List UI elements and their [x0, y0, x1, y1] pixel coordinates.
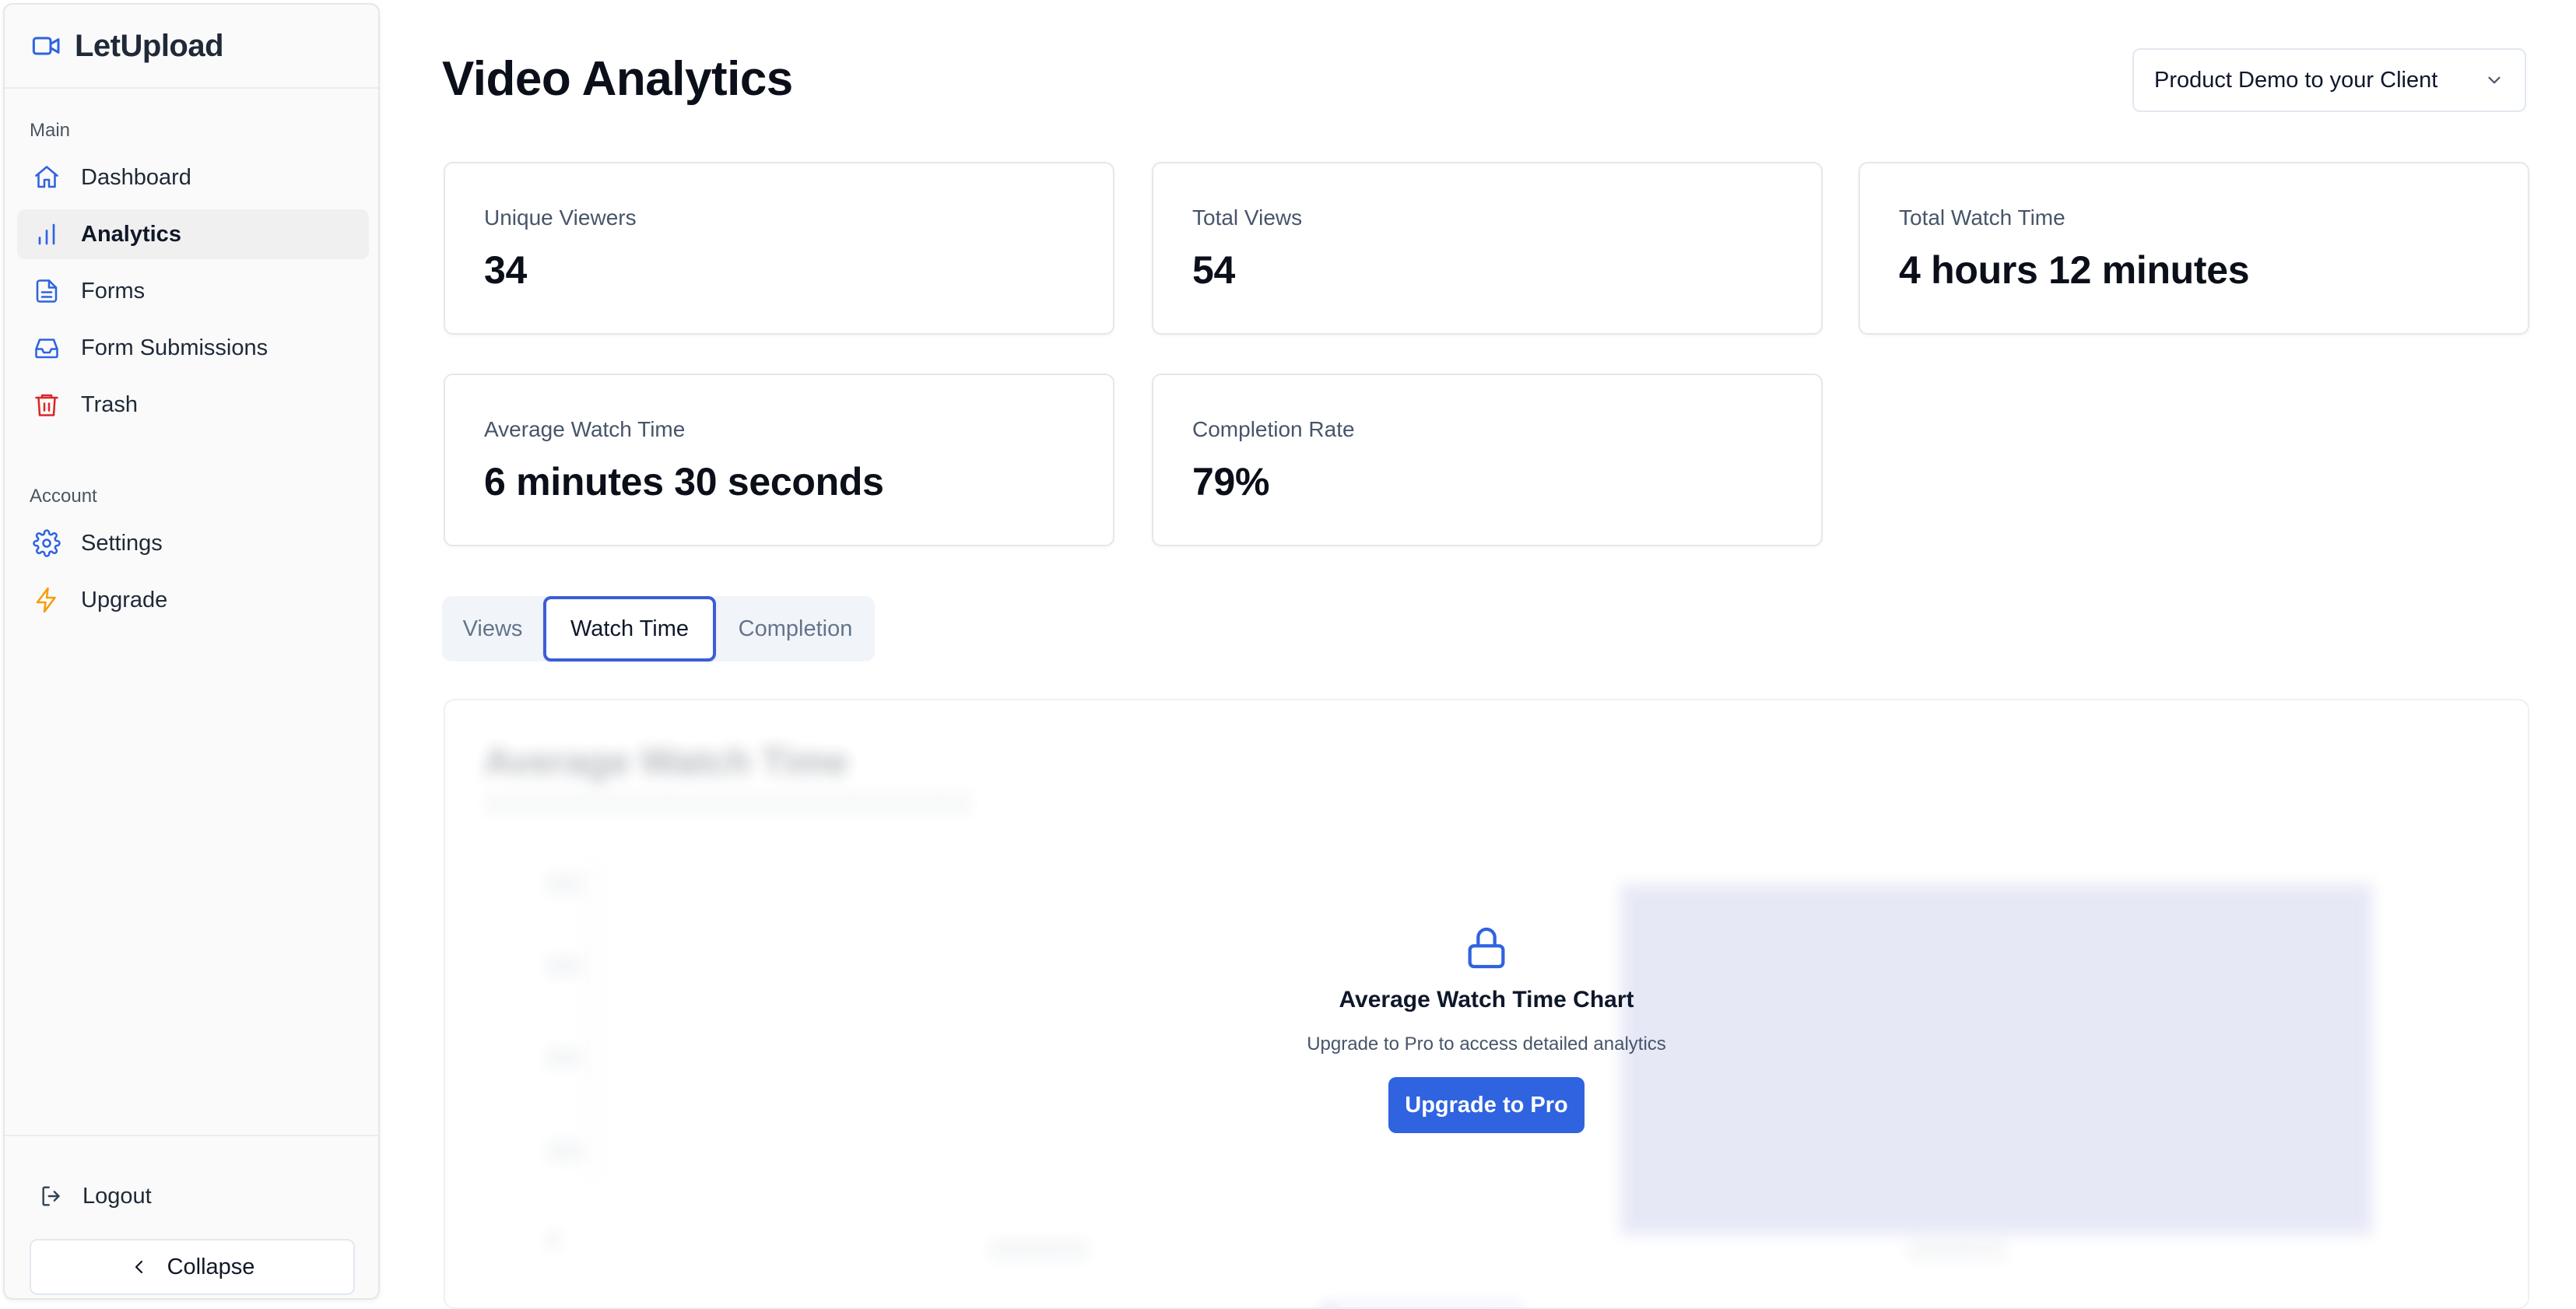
stat-value: 79%	[1192, 460, 1270, 504]
upgrade-overlay: Average Watch Time Chart Upgrade to Pro …	[1230, 923, 1743, 1156]
logout-button[interactable]: Logout	[39, 1177, 152, 1216]
blurred-tick: ░░░	[546, 1141, 583, 1160]
stat-value: 4 hours 12 minutes	[1899, 248, 2250, 292]
logout-icon	[39, 1182, 67, 1210]
lightning-icon	[31, 584, 62, 616]
section-label-account: Account	[30, 486, 97, 507]
collapse-button[interactable]: Collapse	[30, 1239, 355, 1295]
sidebar-footer: Logout Collapse	[5, 1135, 378, 1295]
blurred-x-label: ░░░░░░░░	[1908, 1239, 2006, 1258]
section-label-main: Main	[30, 120, 71, 141]
stat-value: 34	[484, 248, 528, 292]
sidebar-item-dashboard[interactable]: Dashboard	[17, 153, 369, 202]
blurred-x-label: ░░░░░░░░	[990, 1239, 1087, 1258]
blurred-chart-subtitle: ░░░░░░░░░░░░░░░░░░░░░░░░░░░░░░░░░░	[484, 791, 972, 814]
sidebar-item-analytics[interactable]: Analytics	[17, 209, 369, 259]
app-root: LetUpload Main Dashboard Analytics Forms…	[0, 0, 2576, 1309]
blurred-legend: ■ ░░░░░░░░░░░░░░░	[1325, 1300, 1521, 1307]
sidebar-item-settings[interactable]: Settings	[17, 518, 369, 568]
sidebar-item-upgrade[interactable]: Upgrade	[17, 575, 369, 625]
bar-chart-icon	[31, 219, 62, 250]
inbox-icon	[31, 332, 62, 363]
blurred-chart-axis	[593, 864, 595, 1175]
blurred-tick: ░░░	[546, 1048, 583, 1067]
sidebar-item-label: Settings	[81, 530, 163, 556]
sidebar: LetUpload Main Dashboard Analytics Forms…	[3, 3, 380, 1300]
brand[interactable]: LetUpload	[5, 5, 378, 89]
stat-label: Unique Viewers	[484, 205, 637, 230]
upgrade-to-pro-button[interactable]: Upgrade to Pro	[1388, 1077, 1585, 1133]
video-camera-icon	[31, 30, 62, 61]
sidebar-item-label: Dashboard	[81, 164, 191, 190]
blurred-tick: ░░░	[546, 873, 583, 893]
chevron-down-icon	[2484, 70, 2504, 90]
stat-label: Total Watch Time	[1899, 205, 2065, 230]
stat-card-total-watch-time: Total Watch Time 4 hours 12 minutes	[1858, 162, 2529, 335]
chevron-left-icon	[130, 1258, 149, 1276]
stat-card-average-watch-time: Average Watch Time 6 minutes 30 seconds	[444, 374, 1114, 546]
video-select[interactable]: Product Demo to your Client	[2132, 48, 2526, 112]
collapse-label: Collapse	[167, 1254, 255, 1279]
sidebar-item-label: Forms	[81, 278, 146, 304]
tab-views[interactable]: Views	[442, 596, 543, 662]
stat-value: 54	[1192, 248, 1236, 292]
stat-label: Average Watch Time	[484, 417, 686, 441]
main-nav: Dashboard Analytics Forms Form Submissio…	[17, 153, 369, 437]
sidebar-item-label: Form Submissions	[81, 335, 268, 360]
blurred-tick: ░	[546, 1230, 559, 1249]
sidebar-item-form-submissions[interactable]: Form Submissions	[17, 323, 369, 373]
overlay-description: Upgrade to Pro to access detailed analyt…	[1307, 1034, 1666, 1055]
blurred-tick: ░░░	[546, 956, 583, 975]
sidebar-item-label: Analytics	[81, 221, 181, 247]
account-nav: Settings Upgrade	[17, 518, 369, 632]
stat-label: Total Views	[1192, 205, 1303, 230]
stat-card-unique-viewers: Unique Viewers 34	[444, 162, 1114, 335]
video-select-value: Product Demo to your Client	[2154, 67, 2438, 93]
brand-name: LetUpload	[75, 28, 224, 63]
home-icon	[31, 162, 62, 193]
stat-value: 6 minutes 30 seconds	[484, 460, 884, 504]
lock-icon	[1230, 923, 1743, 973]
stat-card-completion-rate: Completion Rate 79%	[1152, 374, 1823, 546]
trash-icon	[31, 389, 62, 420]
stat-card-total-views: Total Views 54	[1152, 162, 1823, 335]
page-title: Video Analytics	[442, 52, 793, 106]
document-icon	[31, 275, 62, 307]
sidebar-item-label: Upgrade	[81, 587, 168, 612]
logout-label: Logout	[82, 1183, 152, 1209]
analytics-tabs: Views Watch Time Completion	[442, 596, 875, 662]
tab-completion[interactable]: Completion	[716, 596, 875, 662]
overlay-title: Average Watch Time Chart	[1339, 987, 1634, 1012]
tab-watch-time[interactable]: Watch Time	[543, 596, 716, 662]
sidebar-item-forms[interactable]: Forms	[17, 266, 369, 316]
sidebar-item-label: Trash	[81, 391, 139, 417]
gear-icon	[31, 528, 62, 559]
sidebar-item-trash[interactable]: Trash	[17, 380, 369, 430]
stat-label: Completion Rate	[1192, 417, 1355, 441]
blurred-chart-title: Average Watch Time	[484, 742, 848, 783]
